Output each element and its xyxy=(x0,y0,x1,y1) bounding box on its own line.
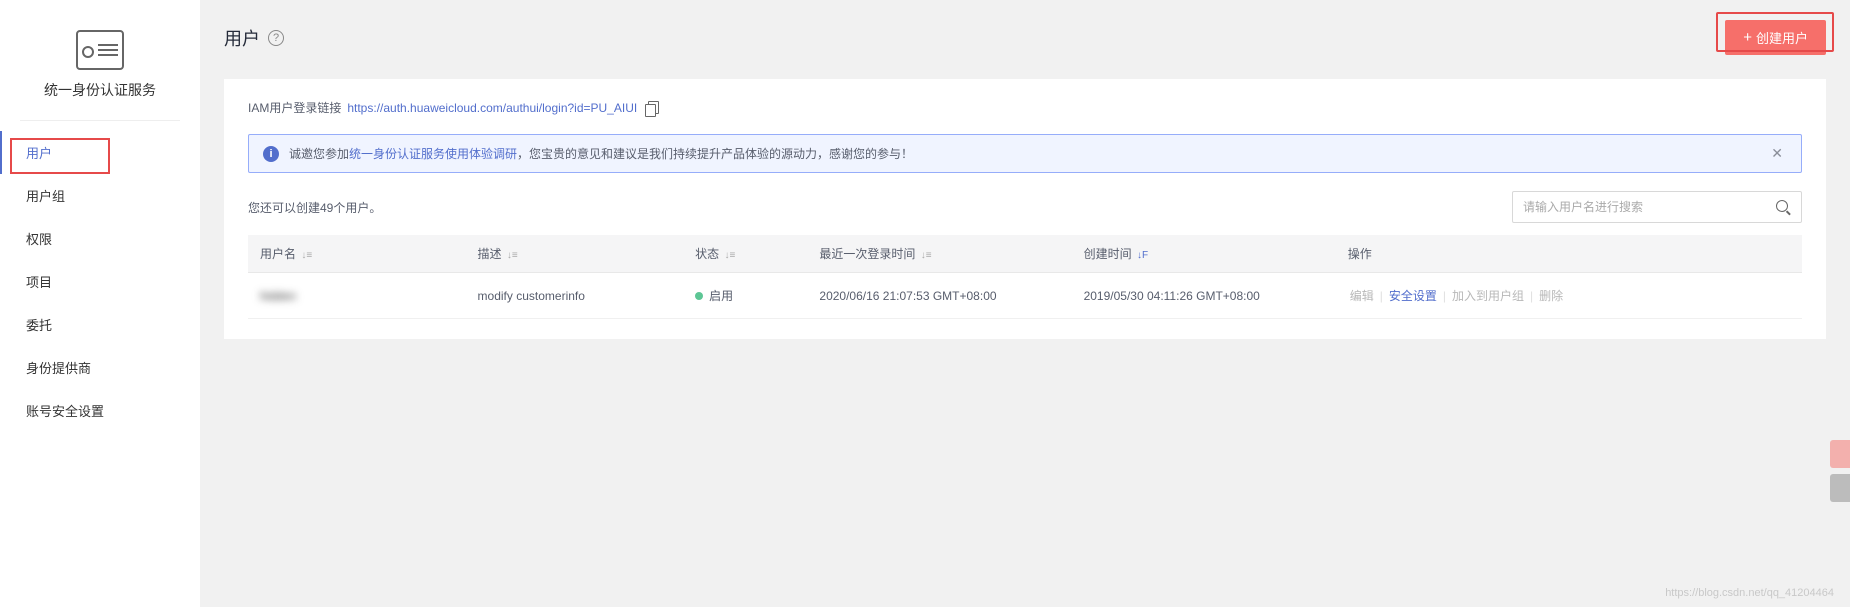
copy-icon[interactable] xyxy=(645,101,659,115)
float-btn-1[interactable] xyxy=(1830,440,1850,468)
col-last-login[interactable]: 最近一次登录时间 ↓≡ xyxy=(807,235,1071,273)
nav-agencies[interactable]: 委托 xyxy=(0,303,200,346)
ops-cell: 编辑|安全设置|加入到用户组|删除 xyxy=(1336,273,1802,319)
sidebar: 统一身份认证服务 用户 用户组 权限 项目 委托 身份提供商 账号安全设置 xyxy=(0,0,200,607)
col-create-time[interactable]: 创建时间 ↓F xyxy=(1072,235,1336,273)
idcard-icon xyxy=(76,30,124,70)
main-content: 用户 ? + 创建用户 IAM用户登录链接 https://auth.huawe… xyxy=(200,0,1850,607)
float-buttons xyxy=(1830,440,1850,508)
float-btn-2[interactable] xyxy=(1830,474,1850,502)
help-icon[interactable]: ? xyxy=(268,30,284,46)
page-title: 用户 xyxy=(224,25,260,51)
sort-icon: ↓≡ xyxy=(507,250,518,261)
col-status[interactable]: 状态 ↓≡ xyxy=(683,235,807,273)
sort-icon: ↓F xyxy=(1137,250,1148,261)
op-add-group[interactable]: 加入到用户组 xyxy=(1450,289,1526,303)
table-row: hidden modify customerinfo 启用 2020/06/16… xyxy=(248,273,1802,319)
remain-text: 您还可以创建49个用户。 xyxy=(248,199,381,216)
service-name: 统一身份认证服务 xyxy=(40,80,160,100)
status-dot-icon xyxy=(695,292,703,300)
page-title-wrap: 用户 ? xyxy=(224,25,284,51)
search-input[interactable] xyxy=(1523,200,1775,214)
username-cell[interactable]: hidden xyxy=(260,289,296,303)
nav-permissions[interactable]: 权限 xyxy=(0,217,200,260)
notice-link[interactable]: 统一身份认证服务使用体验调研 xyxy=(349,147,517,161)
plus-icon: + xyxy=(1743,29,1752,46)
status-cell: 启用 xyxy=(683,273,807,319)
nav-user-groups[interactable]: 用户组 xyxy=(0,174,200,217)
login-link-url[interactable]: https://auth.huaweicloud.com/authui/logi… xyxy=(347,101,637,115)
last-login-cell: 2020/06/16 21:07:53 GMT+08:00 xyxy=(807,273,1071,319)
nav-users[interactable]: 用户 xyxy=(0,131,200,174)
content-card: IAM用户登录链接 https://auth.huaweicloud.com/a… xyxy=(224,79,1826,339)
search-icon[interactable] xyxy=(1775,199,1791,215)
notice-suffix: ，您宝贵的意见和建议是我们持续提升产品体验的源动力，感谢您的参与！ xyxy=(517,147,913,161)
op-delete[interactable]: 删除 xyxy=(1537,289,1565,303)
sort-icon: ↓≡ xyxy=(301,250,312,261)
users-table: 用户名 ↓≡ 描述 ↓≡ 状态 ↓≡ 最近一次登录时间 ↓≡ 创建时间 ↓F 操… xyxy=(248,235,1802,319)
page-header: 用户 ? + 创建用户 xyxy=(224,20,1826,55)
desc-cell: modify customerinfo xyxy=(466,273,684,319)
col-ops: 操作 xyxy=(1336,235,1802,273)
login-link-row: IAM用户登录链接 https://auth.huaweicloud.com/a… xyxy=(248,99,1802,116)
notice-prefix: 诚邀您参加 xyxy=(289,147,349,161)
notice-bar: i 诚邀您参加统一身份认证服务使用体验调研，您宝贵的意见和建议是我们持续提升产品… xyxy=(248,134,1802,173)
watermark: https://blog.csdn.net/qq_41204464 xyxy=(1665,587,1834,599)
login-link-label: IAM用户登录链接 xyxy=(248,99,341,116)
create-user-button[interactable]: + 创建用户 xyxy=(1725,20,1826,55)
col-desc[interactable]: 描述 ↓≡ xyxy=(466,235,684,273)
search-box[interactable] xyxy=(1512,191,1802,223)
sidebar-header: 统一身份认证服务 xyxy=(20,20,180,121)
col-username[interactable]: 用户名 ↓≡ xyxy=(248,235,466,273)
nav-identity-providers[interactable]: 身份提供商 xyxy=(0,346,200,389)
create-time-cell: 2019/05/30 04:11:26 GMT+08:00 xyxy=(1072,273,1336,319)
sort-icon: ↓≡ xyxy=(921,250,932,261)
nav-account-security[interactable]: 账号安全设置 xyxy=(0,389,200,432)
table-header-row: 用户名 ↓≡ 描述 ↓≡ 状态 ↓≡ 最近一次登录时间 ↓≡ 创建时间 ↓F 操… xyxy=(248,235,1802,273)
info-icon: i xyxy=(263,146,279,162)
create-btn-label: 创建用户 xyxy=(1756,28,1808,47)
sort-icon: ↓≡ xyxy=(724,250,735,261)
op-security[interactable]: 安全设置 xyxy=(1387,289,1439,303)
close-icon[interactable]: ✕ xyxy=(1767,145,1787,162)
toolbar: 您还可以创建49个用户。 xyxy=(248,191,1802,223)
nav-projects[interactable]: 项目 xyxy=(0,260,200,303)
op-edit[interactable]: 编辑 xyxy=(1348,289,1376,303)
